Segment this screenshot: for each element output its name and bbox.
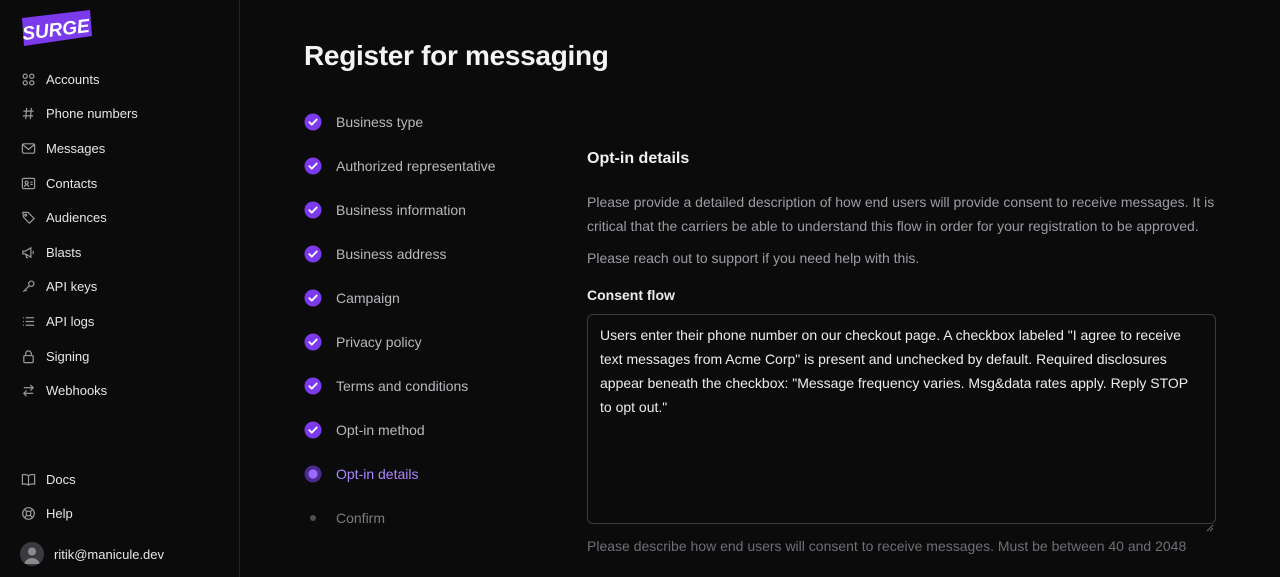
sidebar-item-label: Signing [46, 348, 90, 364]
resize-handle-icon[interactable] [1206, 519, 1214, 532]
sidebar-item-label: Help [46, 506, 73, 522]
step-business-type[interactable]: Business type [304, 100, 564, 144]
book-icon [20, 471, 36, 487]
sidebar-item-label: Blasts [46, 244, 82, 260]
hash-icon [20, 106, 36, 122]
avatar [20, 542, 44, 566]
sidebar-item-label: Messages [46, 140, 106, 156]
consent-flow-helper-text: Please describe how end users will conse… [587, 538, 1187, 554]
sidebar-item-messages[interactable]: Messages [0, 131, 239, 166]
check-circle-icon [304, 377, 322, 395]
step-label: Business type [336, 114, 424, 130]
section-heading: Opt-in details [587, 150, 690, 167]
consent-flow-textarea[interactable] [587, 314, 1216, 524]
sidebar-nav: Accounts Phone numbers Messages Contacts [0, 62, 239, 408]
step-privacy-policy[interactable]: Privacy policy [304, 320, 564, 364]
step-label: Authorized representative [336, 158, 496, 174]
sidebar-bottom-nav: Docs Help [0, 462, 239, 531]
step-label: Campaign [336, 290, 400, 306]
user-email: ritik@manicule.dev [54, 546, 165, 562]
step-label: Business information [336, 202, 466, 218]
step-confirm[interactable]: Confirm [304, 496, 564, 540]
sidebar-item-label: Contacts [46, 175, 98, 191]
check-circle-icon [304, 421, 322, 439]
consent-flow-label: Consent flow [587, 287, 675, 303]
check-circle-icon [304, 289, 322, 307]
support-note: Please reach out to support if you need … [587, 250, 920, 266]
step-opt-in-details[interactable]: Opt-in details [304, 452, 564, 496]
step-label: Confirm [336, 510, 386, 526]
sidebar-item-label: Webhooks [46, 383, 108, 399]
sidebar-item-api-logs[interactable]: API logs [0, 304, 239, 339]
step-label: Privacy policy [336, 334, 422, 350]
sidebar-item-label: Accounts [46, 71, 100, 87]
app-root: SURGE Accounts Phone numbers Messages Co… [0, 0, 1280, 577]
sidebar: SURGE Accounts Phone numbers Messages Co… [0, 0, 240, 577]
page-title: Register for messaging [304, 40, 609, 71]
sidebar-item-phone-numbers[interactable]: Phone numbers [0, 97, 239, 132]
key-icon [20, 279, 36, 295]
sidebar-item-docs[interactable]: Docs [0, 462, 239, 497]
consent-flow-field [587, 303, 1216, 532]
list-icon [20, 313, 36, 329]
mail-icon [20, 140, 36, 156]
step-label: Terms and conditions [336, 378, 469, 394]
registration-stepper: Business type Authorized representative … [304, 100, 564, 540]
sidebar-item-label: API logs [46, 313, 95, 329]
lock-icon [20, 348, 36, 364]
step-label: Opt-in details [336, 466, 419, 482]
sidebar-item-help[interactable]: Help [0, 497, 239, 532]
pending-step-icon [304, 509, 322, 527]
sidebar-item-contacts[interactable]: Contacts [0, 166, 239, 201]
accounts-icon [20, 71, 36, 87]
step-business-address[interactable]: Business address [304, 232, 564, 276]
sidebar-item-api-keys[interactable]: API keys [0, 270, 239, 305]
sidebar-item-label: API keys [46, 279, 98, 295]
sidebar-item-webhooks[interactable]: Webhooks [0, 373, 239, 408]
check-circle-icon [304, 201, 322, 219]
check-circle-icon [304, 333, 322, 351]
sidebar-item-accounts[interactable]: Accounts [0, 62, 239, 97]
step-campaign[interactable]: Campaign [304, 276, 564, 320]
megaphone-icon [20, 244, 36, 260]
sidebar-item-label: Phone numbers [46, 106, 138, 122]
sidebar-item-label: Audiences [46, 210, 107, 226]
check-circle-icon [304, 113, 322, 131]
contact-card-icon [20, 175, 36, 191]
user-menu[interactable]: ritik@manicule.dev [20, 542, 164, 566]
sidebar-item-blasts[interactable]: Blasts [0, 235, 239, 270]
section-description: Please provide a detailed description of… [587, 194, 1215, 234]
help-icon [20, 506, 36, 522]
tag-icon [20, 210, 36, 226]
current-step-icon [304, 465, 322, 483]
step-opt-in-method[interactable]: Opt-in method [304, 408, 564, 452]
sidebar-item-signing[interactable]: Signing [0, 339, 239, 374]
step-business-information[interactable]: Business information [304, 188, 564, 232]
step-terms-and-conditions[interactable]: Terms and conditions [304, 364, 564, 408]
check-circle-icon [304, 157, 322, 175]
sidebar-item-audiences[interactable]: Audiences [0, 200, 239, 235]
check-circle-icon [304, 245, 322, 263]
sidebar-item-label: Docs [46, 471, 76, 487]
opt-in-details-section: Opt-in details Please provide a detailed… [587, 150, 1216, 554]
step-label: Opt-in method [336, 422, 425, 438]
surge-logo[interactable]: SURGE [20, 8, 92, 48]
arrows-icon [20, 383, 36, 399]
step-authorized-representative[interactable]: Authorized representative [304, 144, 564, 188]
step-label: Business address [336, 246, 447, 262]
